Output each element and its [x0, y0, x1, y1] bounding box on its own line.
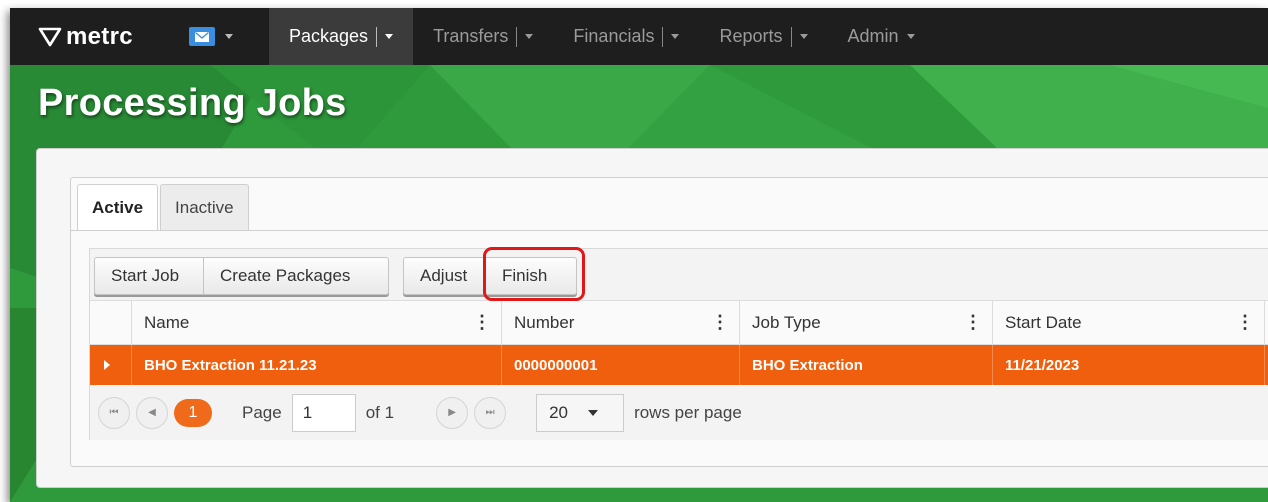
cell-name: BHO Extraction 11.21.23 [132, 345, 502, 385]
nav-transfers[interactable]: Transfers [413, 8, 553, 65]
tab-active[interactable]: Active [77, 184, 159, 231]
nav-reports[interactable]: Reports [699, 8, 827, 65]
cell-job-type: BHO Extraction [740, 345, 993, 385]
chevron-down-icon [587, 409, 598, 416]
finish-button[interactable]: Finish [485, 257, 577, 295]
create-packages-button[interactable]: Create Packages [203, 257, 389, 295]
nav-admin[interactable]: Admin [828, 8, 935, 65]
column-header-job-type[interactable]: Job Type ⋮ [740, 301, 993, 345]
column-label: Number [514, 313, 575, 332]
column-header-name[interactable]: Name ⋮ [132, 301, 502, 345]
tabstrip: Active Inactive Start Job Create Package… [70, 177, 1268, 467]
processing-jobs-grid: Start Job Create Packages Adjust Finish … [89, 247, 1268, 440]
tab-divider [71, 230, 1268, 231]
rows-per-page-label: rows per page [634, 402, 742, 422]
page-total-label: of 1 [365, 402, 395, 422]
brand[interactable]: metrc [10, 8, 175, 65]
table-row[interactable]: BHO Extraction 11.21.23 0000000001 BHO E… [90, 345, 1268, 385]
current-page-badge[interactable]: 1 [174, 398, 212, 427]
metrc-logo-icon [38, 27, 62, 46]
brand-name: metrc [66, 22, 133, 50]
grid-toolbar: Start Job Create Packages Adjust Finish [90, 247, 1268, 301]
nav-label: Transfers [433, 26, 509, 46]
previous-page-icon[interactable]: ◀ [136, 396, 168, 429]
column-header-number[interactable]: Number ⋮ [502, 301, 740, 345]
tab-inactive[interactable]: Inactive [160, 184, 249, 230]
table-header: Name ⋮ Number ⋮ Job Type ⋮ Start Date ⋮ [90, 301, 1268, 345]
column-menu-icon[interactable]: ⋮ [964, 313, 982, 331]
top-navbar: metrc Packages Transfers Financials Repo… [10, 8, 1268, 65]
column-label: Start Date [1005, 313, 1082, 332]
column-menu-icon[interactable]: ⋮ [1236, 313, 1254, 331]
chevron-down-icon[interactable] [799, 34, 808, 39]
messages-menu[interactable] [175, 8, 269, 65]
envelope-icon [189, 27, 215, 46]
nav-label: Reports [719, 26, 783, 46]
first-page-icon[interactable]: ⏮ [98, 396, 130, 429]
nav-financials[interactable]: Financials [553, 8, 699, 65]
chevron-down-icon[interactable] [906, 34, 915, 39]
page-number-input[interactable]: 1 [291, 393, 356, 432]
caret-right-icon [104, 360, 110, 370]
nav-divider [790, 26, 792, 47]
nav-packages[interactable]: Packages [269, 8, 414, 65]
rows-per-page-value: 20 [549, 402, 568, 422]
chevron-down-icon [225, 34, 233, 39]
chevron-down-icon[interactable] [671, 34, 680, 39]
column-menu-icon[interactable]: ⋮ [711, 313, 729, 331]
nav-label: Financials [573, 26, 655, 46]
content-panel: Active Inactive Start Job Create Package… [36, 148, 1268, 488]
nav-divider [516, 26, 518, 47]
cell-start-date: 11/21/2023 [993, 345, 1265, 385]
app-window: metrc Packages Transfers Financials Repo… [10, 8, 1268, 502]
page-label: Page [242, 402, 282, 422]
chevron-down-icon[interactable] [525, 34, 534, 39]
adjust-button[interactable]: Adjust [403, 257, 485, 295]
last-page-icon[interactable]: ⏭ [474, 396, 507, 429]
column-header-start-date[interactable]: Start Date ⋮ [993, 301, 1265, 345]
next-page-icon[interactable]: ▶ [436, 396, 469, 429]
nav-label: Admin [847, 26, 899, 46]
column-menu-icon[interactable]: ⋮ [473, 313, 491, 331]
pager: ⏮ ◀ 1 Page 1 of 1 ▶ ⏭ 20 rows per page [90, 385, 1268, 440]
tab-list: Active Inactive [77, 184, 251, 231]
nav-divider [376, 26, 378, 47]
rows-per-page-select[interactable]: 20 [536, 393, 625, 432]
cell-number: 0000000001 [502, 345, 740, 385]
nav-divider [662, 26, 664, 47]
expander-header [90, 301, 132, 345]
nav-label: Packages [289, 26, 369, 46]
chevron-down-icon[interactable] [385, 34, 394, 39]
column-label: Job Type [752, 313, 821, 332]
start-job-button[interactable]: Start Job [94, 257, 204, 295]
column-label: Name [144, 313, 190, 332]
page-title: Processing Jobs [38, 82, 347, 124]
row-expand-toggle[interactable] [90, 345, 132, 385]
